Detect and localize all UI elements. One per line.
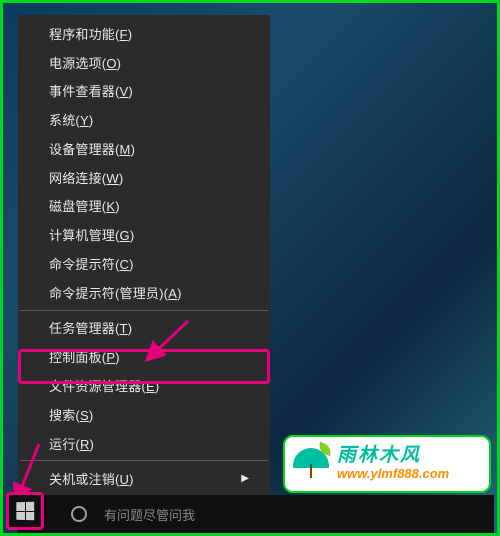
menu-item-disk-management[interactable]: 磁盘管理(K): [19, 192, 269, 221]
watermark-badge: 雨林木风 www.ylmf888.com: [283, 435, 491, 493]
menu-item-search[interactable]: 搜索(S): [19, 400, 269, 429]
menu-item-programs-features[interactable]: 程序和功能(F): [19, 19, 269, 48]
menu-item-task-manager[interactable]: 任务管理器(T): [19, 314, 269, 343]
menu-separator: [20, 460, 268, 461]
menu-item-device-manager[interactable]: 设备管理器(M): [19, 134, 269, 163]
menu-item-run[interactable]: 运行(R): [19, 429, 269, 458]
chevron-right-icon: ▶: [241, 473, 249, 484]
windows-logo-icon: [16, 502, 34, 521]
menu-separator: [20, 310, 268, 311]
cortana-button[interactable]: [60, 495, 98, 533]
menu-item-control-panel[interactable]: 控制面板(P): [19, 342, 269, 371]
watermark-title: 雨林木风: [337, 446, 449, 467]
watermark-logo-icon: [293, 446, 329, 482]
menu-item-command-prompt[interactable]: 命令提示符(C): [19, 249, 269, 278]
watermark-url: www.ylmf888.com: [337, 467, 449, 481]
taskbar: 有问题尽管问我: [18, 495, 494, 533]
cortana-hint-text[interactable]: 有问题尽管问我: [104, 505, 195, 524]
menu-item-event-viewer[interactable]: 事件查看器(V): [19, 77, 269, 106]
menu-item-system[interactable]: 系统(Y): [19, 105, 269, 134]
start-button[interactable]: [6, 492, 44, 530]
menu-item-file-explorer[interactable]: 文件资源管理器(E): [19, 371, 269, 400]
menu-item-shutdown-signout[interactable]: 关机或注销(U) ▶: [19, 464, 269, 493]
menu-item-power-options[interactable]: 电源选项(O): [19, 48, 269, 77]
menu-item-network-connections[interactable]: 网络连接(W): [19, 163, 269, 192]
cortana-icon: [71, 506, 87, 522]
menu-item-command-prompt-admin[interactable]: 命令提示符(管理员)(A): [19, 278, 269, 307]
winx-context-menu: 程序和功能(F) 电源选项(O) 事件查看器(V) 系统(Y) 设备管理器(M)…: [18, 15, 270, 533]
menu-item-computer-management[interactable]: 计算机管理(G): [19, 220, 269, 249]
